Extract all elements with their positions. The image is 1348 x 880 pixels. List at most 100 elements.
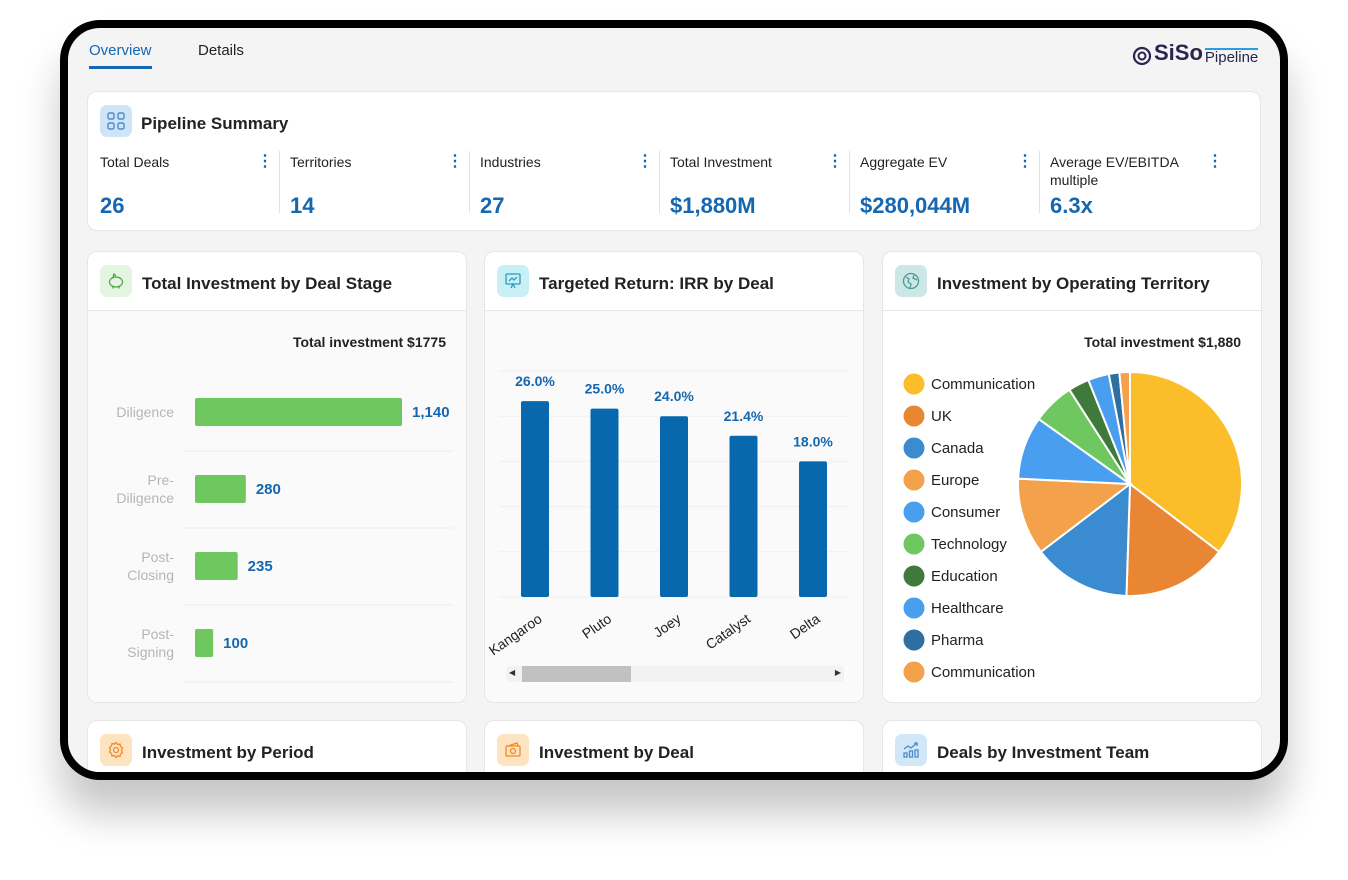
- divider: [659, 151, 660, 213]
- cash-icon: [497, 734, 529, 766]
- more-options-icon[interactable]: ⋮: [445, 151, 465, 171]
- territory-pie-chart: Total investment $1,880 Communication UK Ca…: [903, 334, 1243, 683]
- legend-swatch: [903, 373, 925, 395]
- category-label: Diligence: [116, 490, 174, 506]
- legend-label: Communication: [931, 664, 1035, 681]
- legend-label: Healthcare: [931, 600, 1004, 617]
- metric-value: $280,044M: [860, 193, 971, 218]
- logo-swirl-icon: [1132, 46, 1152, 66]
- tab-details[interactable]: Details: [198, 42, 244, 59]
- territory-title: Investment by Operating Territory: [937, 274, 1210, 293]
- bar-chart-icon: [895, 734, 927, 766]
- legend-swatch: [903, 533, 925, 555]
- more-options-icon[interactable]: ⋮: [825, 151, 845, 171]
- metric-value: 14: [290, 193, 315, 218]
- bar: [660, 416, 688, 597]
- category-label: Signing: [127, 644, 174, 660]
- deal-stage-title: Total Investment by Deal Stage: [142, 274, 393, 293]
- scroll-right-icon[interactable]: ▶: [835, 668, 841, 677]
- bar: [799, 461, 827, 597]
- legend-swatch: [903, 437, 925, 459]
- legend-label: Pharma: [931, 632, 984, 649]
- metric-1: Territories 14 ⋮: [279, 147, 480, 218]
- irr-chart: 26.0% Kangaroo 25.0% Pluto 24.0% Joey 21.4% Cat…: [486, 370, 849, 658]
- metric-0: Total Deals 26 ⋮: [100, 147, 290, 218]
- period-title: Investment by Period: [142, 743, 314, 762]
- legend-swatch: [903, 565, 925, 587]
- divider: [469, 151, 470, 213]
- category-label: Kangaroo: [486, 610, 545, 658]
- metric-label: Average EV/EBITDA multiple: [1050, 154, 1179, 188]
- value-label: 26.0%: [515, 373, 555, 389]
- more-options-icon[interactable]: ⋮: [635, 151, 655, 171]
- metric-label: Industries: [480, 154, 541, 170]
- more-options-icon[interactable]: ⋮: [255, 151, 275, 171]
- device-frame: Overview Details SiSo Pipeline Pipeline …: [60, 20, 1288, 780]
- irr-title: Targeted Return: IRR by Deal: [539, 274, 774, 293]
- value-label: 18.0%: [793, 433, 833, 449]
- legend-swatch: [903, 661, 925, 683]
- legend-label: Europe: [931, 472, 979, 489]
- deal-title: Investment by Deal: [539, 743, 694, 762]
- legend-swatch: [903, 469, 925, 491]
- scrollbar-thumb[interactable]: [522, 666, 631, 682]
- divider: [279, 151, 280, 213]
- legend-label: Communication: [931, 376, 1035, 393]
- legend-swatch: [903, 501, 925, 523]
- scroll-left-icon[interactable]: ◀: [509, 668, 515, 677]
- legend-label: Canada: [931, 440, 984, 457]
- bar: [195, 552, 238, 580]
- tab-overview[interactable]: Overview: [89, 42, 152, 69]
- team-title: Deals by Investment Team: [937, 743, 1150, 762]
- legend-swatch: [903, 405, 925, 427]
- logo-brand: SiSo: [1154, 40, 1203, 65]
- metric-2: Industries 27 ⋮: [469, 147, 670, 218]
- period-card: Investment by Period: [87, 720, 467, 772]
- team-card: Deals by Investment Team: [882, 720, 1262, 772]
- category-label: Catalyst: [703, 610, 754, 652]
- presentation-chart-icon: [497, 265, 529, 297]
- metric-label: Territories: [290, 154, 352, 170]
- metric-3: Total Investment $1,880M ⋮: [659, 147, 860, 218]
- logo-product: Pipeline: [1204, 48, 1259, 66]
- bar: [729, 435, 758, 597]
- metric-value: $1,880M: [670, 193, 756, 218]
- category-label: Post-: [141, 549, 174, 565]
- legend-label: Technology: [931, 536, 1007, 553]
- value-label: 25.0%: [585, 381, 625, 397]
- piggy-bank-icon: [100, 265, 132, 297]
- category-label: Delta: [787, 610, 823, 642]
- chart-title: Total investment $1775: [293, 334, 446, 350]
- bar: [590, 408, 619, 597]
- deal-card: Investment by Deal: [484, 720, 864, 772]
- legend-label: Education: [931, 568, 998, 585]
- metric-label: Aggregate EV: [860, 154, 948, 170]
- deal-stage-card: Total Investment by Deal Stage Total inv…: [87, 251, 467, 703]
- pipeline-summary-card: Pipeline Summary Total Deals 26 ⋮ Territo…: [87, 91, 1261, 231]
- category-label: Post-: [141, 626, 174, 642]
- legend-label: Consumer: [931, 504, 1000, 521]
- divider: [849, 151, 850, 213]
- more-options-icon[interactable]: ⋮: [1015, 151, 1035, 171]
- value-label: 24.0%: [654, 388, 694, 404]
- horizontal-scrollbar[interactable]: ◀ ▶: [506, 666, 844, 682]
- bar: [521, 401, 549, 597]
- value-label: 21.4%: [724, 408, 764, 424]
- value-label: 235: [248, 558, 273, 575]
- category-label: Closing: [127, 567, 174, 583]
- metric-5: Average EV/EBITDA multiple 6.3x ⋮: [1039, 147, 1240, 218]
- irr-card: Targeted Return: IRR by Deal 26.0% Kangar…: [484, 251, 864, 703]
- value-label: 280: [256, 481, 281, 498]
- pipeline-summary-title: Pipeline Summary: [141, 114, 289, 133]
- metric-value: 6.3x: [1050, 193, 1093, 218]
- more-options-icon[interactable]: ⋮: [1205, 151, 1225, 171]
- divider: [1039, 151, 1040, 213]
- metric-value: 27: [480, 193, 505, 218]
- legend-swatch: [903, 629, 925, 651]
- chart-title: Total investment $1,880: [1084, 334, 1241, 350]
- bar: [195, 475, 246, 503]
- metric-value: 26: [100, 193, 125, 218]
- grid-icon: [100, 105, 132, 137]
- metric-label: Total Investment: [670, 154, 772, 170]
- legend-swatch: [903, 597, 925, 619]
